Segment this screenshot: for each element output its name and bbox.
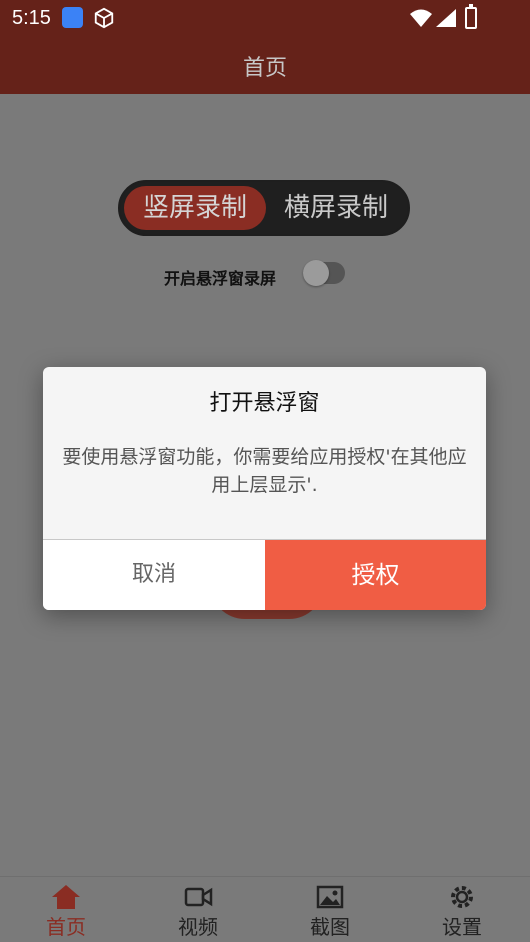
nav-label-video: 视频 [178,915,218,939]
nav-item-settings[interactable]: 设置 [396,877,528,942]
cancel-button[interactable]: 取消 [43,540,265,610]
nav-label-settings: 设置 [442,915,482,939]
gear-icon [451,886,473,908]
wifi-icon [410,9,432,27]
nav-item-home[interactable]: 首页 [0,877,132,942]
image-icon [316,885,344,909]
nav-item-video[interactable]: 视频 [132,877,264,942]
signal-icon [436,9,456,27]
app-header: 首页 [0,36,530,94]
nav-label-screenshot: 截图 [310,915,350,939]
box-icon [94,7,114,29]
page-title: 首页 [242,56,287,81]
toggle-knob[interactable] [303,260,329,286]
permission-dialog: 打开悬浮窗 要使用悬浮窗功能，你需要给应用授权'在其他应用上层显示'. 取消 授… [43,367,486,610]
landscape-record-button[interactable]: 横屏录制 [270,186,402,230]
bottom-navigation: 首页 视频 截图 设置 [0,876,530,942]
app-icon [62,7,83,28]
status-time: 5:15 [12,7,51,29]
authorize-button[interactable]: 授权 [265,540,486,610]
dialog-message: 要使用悬浮窗功能，你需要给应用授权'在其他应用上层显示'. [62,446,467,496]
recording-mode-selector[interactable]: 竖屏录制 横屏录制 [118,180,410,236]
portrait-record-button[interactable]: 竖屏录制 [124,186,266,230]
battery-icon [465,4,477,29]
home-icon [52,885,80,909]
float-window-label: 开启悬浮窗录屏 [164,269,277,288]
video-icon [184,887,213,907]
nav-label-home: 首页 [46,915,86,939]
float-window-toggle[interactable] [303,260,345,286]
nav-item-screenshot[interactable]: 截图 [264,877,396,942]
status-icons [410,4,490,29]
status-bar: 5:15 [0,0,530,36]
dialog-title: 打开悬浮窗 [209,391,320,416]
